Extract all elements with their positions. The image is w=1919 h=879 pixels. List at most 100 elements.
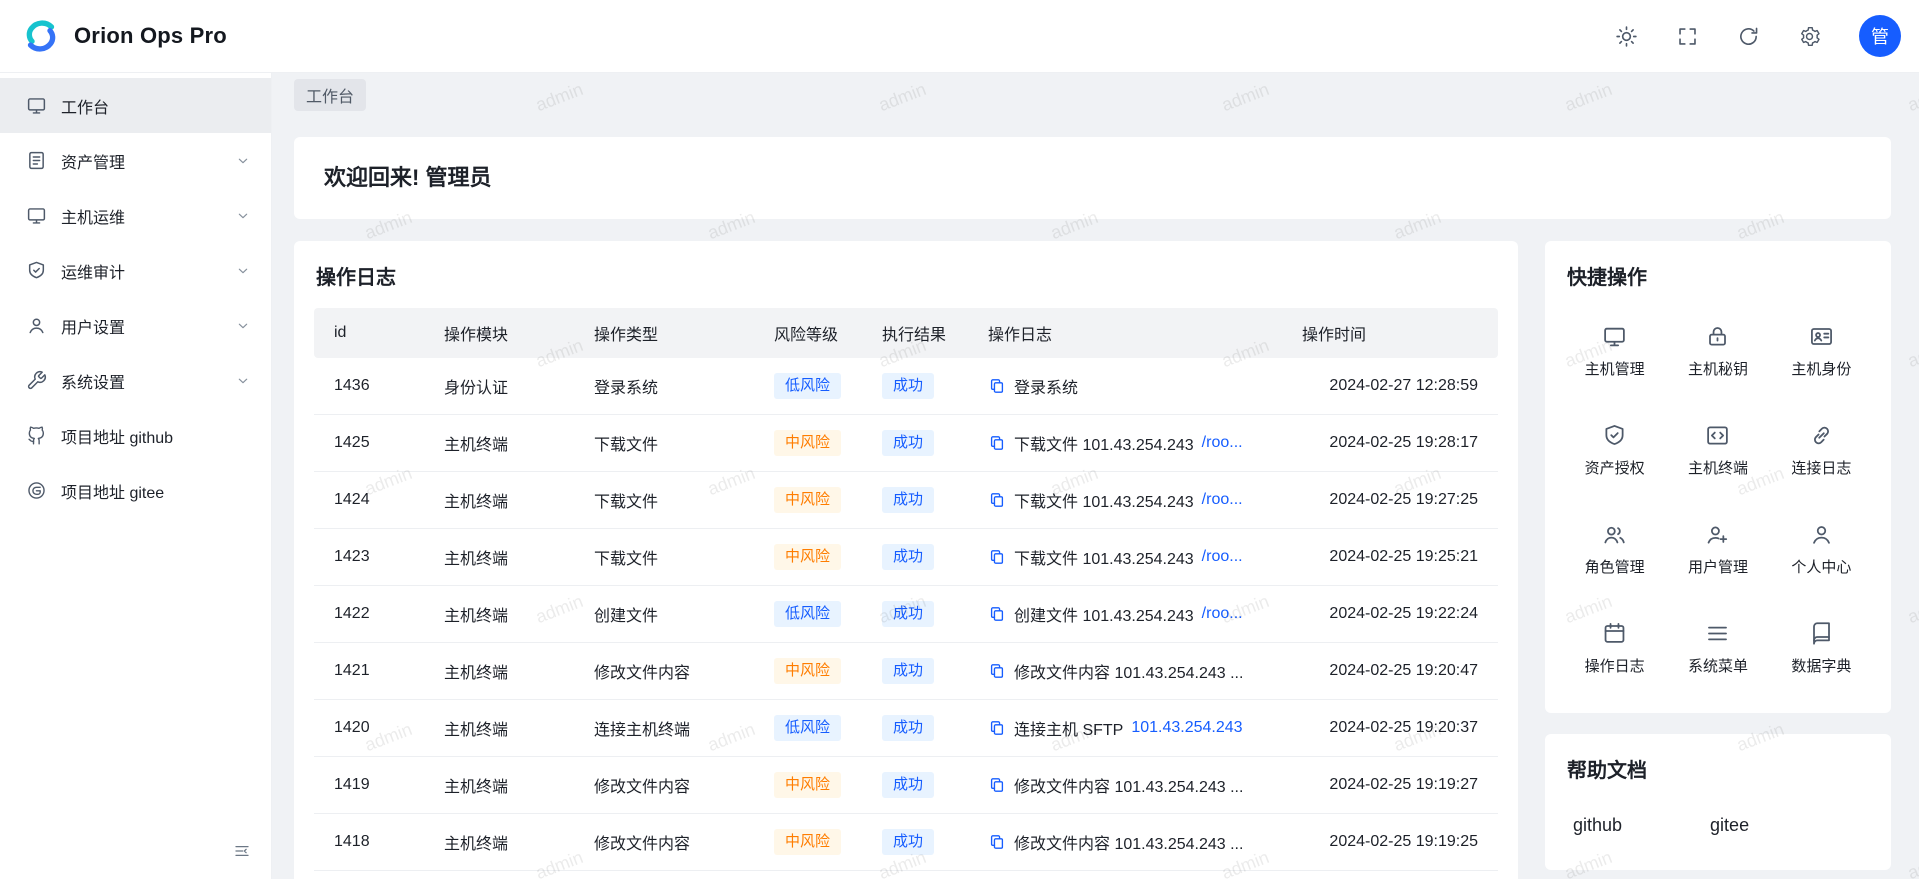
cell-id: 1436 <box>314 358 424 415</box>
table-header-row: id 操作模块 操作类型 风险等级 执行结果 操作日志 操作时间 <box>314 308 1498 358</box>
cell-type: 下载文件 <box>574 529 754 586</box>
sidebar-item-user-settings[interactable]: 用户设置 <box>0 298 271 353</box>
cell-module: 主机终端 <box>424 415 574 472</box>
copy-icon[interactable] <box>988 377 1006 395</box>
refresh-button[interactable] <box>1737 25 1760 48</box>
content-columns: 操作日志 id 操作模块 操作类型 风 <box>294 241 1891 879</box>
fullscreen-button[interactable] <box>1676 25 1699 48</box>
log-text: 修改文件内容 101.43.254.243 ... <box>1014 659 1243 683</box>
cell-time: 2024-02-27 12:28:59 <box>1282 358 1498 415</box>
copy-icon[interactable] <box>988 719 1006 737</box>
quick-action-host-management[interactable]: 主机管理 <box>1565 308 1664 392</box>
quick-action-role-management[interactable]: 角色管理 <box>1565 506 1664 590</box>
quick-action-personal-center[interactable]: 个人中心 <box>1772 506 1871 590</box>
sidebar-item-label: 运维审计 <box>61 259 125 283</box>
sidebar-item-host-ops[interactable]: 主机运维 <box>0 188 271 243</box>
quick-action-host-terminal[interactable]: 主机终端 <box>1668 407 1767 491</box>
help-docs-title: 帮助文档 <box>1567 754 1871 783</box>
copy-icon[interactable] <box>988 434 1006 452</box>
app-header: Orion Ops Pro 管 <box>0 0 1919 73</box>
quick-action-connection-log[interactable]: 连接日志 <box>1772 407 1871 491</box>
log-link[interactable]: /roo... <box>1202 491 1243 509</box>
cell-type: 连接主机终端 <box>574 700 754 757</box>
app-title: Orion Ops Pro <box>74 23 227 49</box>
log-text: 下载文件 101.43.254.243 <box>1014 488 1194 512</box>
copy-icon[interactable] <box>988 548 1006 566</box>
col-header-result: 执行结果 <box>862 308 968 358</box>
result-tag: 成功 <box>882 487 934 513</box>
copy-icon[interactable] <box>988 605 1006 623</box>
watermark-text: admin <box>1905 847 1919 879</box>
gitee-link[interactable]: gitee <box>1710 815 1749 836</box>
chevron-down-icon <box>235 373 251 389</box>
log-text: 创建文件 101.43.254.243 <box>1014 602 1194 626</box>
log-link[interactable]: /roo... <box>1202 605 1243 623</box>
breadcrumb-tab-workbench[interactable]: 工作台 <box>294 79 366 111</box>
brand[interactable]: Orion Ops Pro <box>20 15 227 57</box>
settings-button[interactable] <box>1798 25 1821 48</box>
sidebar-item-github[interactable]: 项目地址 github <box>0 408 271 463</box>
help-docs-card: 帮助文档 github gitee <box>1545 734 1891 870</box>
cell-type: 创建文件 <box>574 586 754 643</box>
table-row: 1424 主机终端 下载文件 中风险 成功 下载文件 101.43.254.24… <box>314 472 1498 529</box>
collapse-sidebar-button[interactable] <box>233 842 251 863</box>
quick-action-user-management[interactable]: 用户管理 <box>1668 506 1767 590</box>
cell-result: 成功 <box>862 871 968 879</box>
user-add-icon <box>1705 522 1730 547</box>
quick-action-label: 主机身份 <box>1791 360 1851 380</box>
link-icon <box>1809 423 1834 448</box>
user-avatar[interactable]: 管 <box>1859 15 1901 57</box>
help-links: github gitee <box>1565 801 1871 836</box>
cell-id: 1422 <box>314 586 424 643</box>
quick-action-data-dictionary[interactable]: 数据字典 <box>1772 605 1871 689</box>
quick-action-operation-log[interactable]: 操作日志 <box>1565 605 1664 689</box>
quick-action-host-identity[interactable]: 主机身份 <box>1772 308 1871 392</box>
cell-result: 成功 <box>862 472 968 529</box>
cell-id: 1424 <box>314 472 424 529</box>
copy-icon[interactable] <box>988 491 1006 509</box>
wrench-icon <box>26 370 47 391</box>
cell-module: 主机终端 <box>424 700 574 757</box>
sidebar-item-asset-management[interactable]: 资产管理 <box>0 133 271 188</box>
sidebar-item-ops-audit[interactable]: 运维审计 <box>0 243 271 298</box>
refresh-icon <box>1737 25 1760 48</box>
copy-icon[interactable] <box>988 662 1006 680</box>
sidebar-menu: 工作台 资产管理 主机运维 运维审计 用户设置 系统设置 项目地址 github… <box>0 73 271 518</box>
cell-time: 2024-02-25 19:20:37 <box>1282 700 1498 757</box>
cell-module: 主机终端 <box>424 757 574 814</box>
log-text: 下载文件 101.43.254.243 <box>1014 545 1194 569</box>
desktop-icon <box>1602 324 1627 349</box>
github-link[interactable]: github <box>1573 815 1622 836</box>
log-table-body: 1436 身份认证 登录系统 低风险 成功 登录系统 2024-02-27 12… <box>314 358 1498 879</box>
cell-module: 主机终端 <box>424 814 574 871</box>
result-tag: 成功 <box>882 772 934 798</box>
table-row: 1420 主机终端 连接主机终端 低风险 成功 连接主机 SFTP101.43.… <box>314 700 1498 757</box>
quick-action-system-menu[interactable]: 系统菜单 <box>1668 605 1767 689</box>
cell-result: 成功 <box>862 415 968 472</box>
result-tag: 成功 <box>882 373 934 399</box>
cell-type: 修改文件内容 <box>574 643 754 700</box>
cell-module: 主机终端 <box>424 871 574 879</box>
sidebar-item-label: 资产管理 <box>61 149 125 173</box>
cell-result: 成功 <box>862 814 968 871</box>
sidebar-item-system-settings[interactable]: 系统设置 <box>0 353 271 408</box>
watermark-text: admin <box>1905 79 1919 116</box>
log-link[interactable]: /roo... <box>1202 434 1243 452</box>
cell-module: 主机终端 <box>424 643 574 700</box>
col-header-time: 操作时间 <box>1282 308 1498 358</box>
quick-action-asset-authorization[interactable]: 资产授权 <box>1565 407 1664 491</box>
cell-risk: 中风险 <box>754 472 862 529</box>
sidebar-item-workbench[interactable]: 工作台 <box>0 78 271 133</box>
theme-toggle-button[interactable] <box>1615 25 1638 48</box>
quick-action-label: 主机秘钥 <box>1688 360 1748 380</box>
welcome-card: 欢迎回来! 管理员 <box>294 137 1891 219</box>
quick-action-host-keys[interactable]: 主机秘钥 <box>1668 308 1767 392</box>
copy-icon[interactable] <box>988 833 1006 851</box>
risk-tag: 低风险 <box>774 715 841 741</box>
copy-icon[interactable] <box>988 776 1006 794</box>
sidebar-item-gitee[interactable]: 项目地址 gitee <box>0 463 271 518</box>
cell-id: 1425 <box>314 415 424 472</box>
log-link[interactable]: 101.43.254.243 <box>1131 719 1242 737</box>
dashboard-icon <box>26 95 47 116</box>
log-link[interactable]: /roo... <box>1202 548 1243 566</box>
